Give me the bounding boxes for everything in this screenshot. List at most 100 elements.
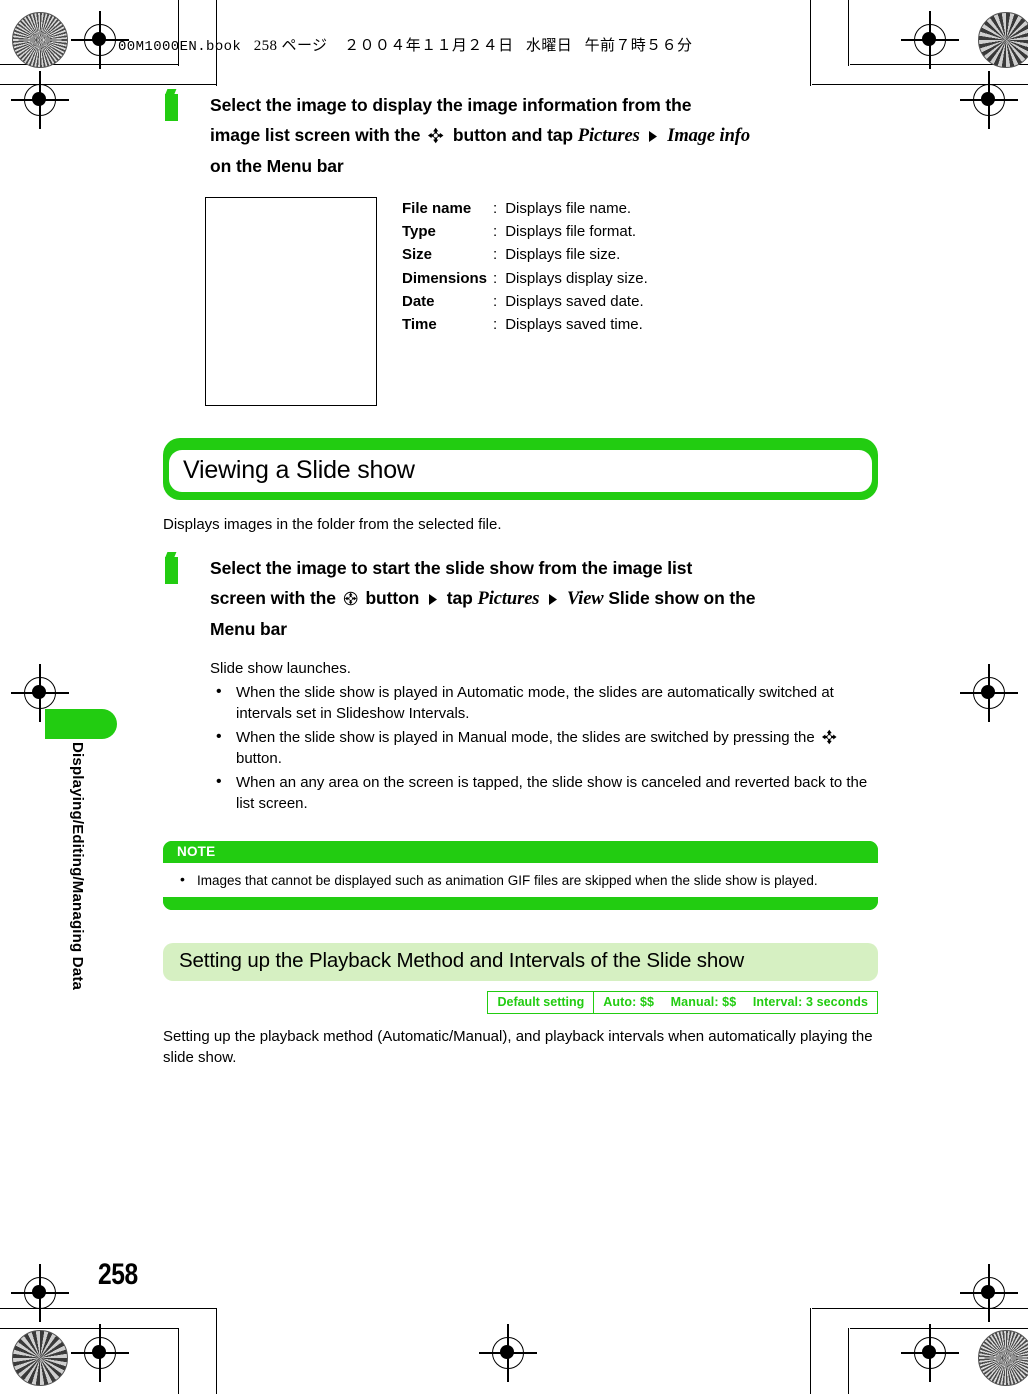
trim-line [848,0,850,66]
print-header-time: 午前７時５６分 [584,38,693,54]
step-number-marker [165,557,178,584]
registration-target [11,71,69,129]
image-preview-placeholder [205,197,377,406]
starburst-mark [12,1330,68,1386]
registration-target [960,664,1018,722]
slideshow-result-text: Slide show launches. [210,660,351,677]
menu-path-pictures: Pictures [577,126,640,146]
bullet-text-a: When an any area on the screen is tapped… [236,773,868,813]
step-line-3: Menu bar [210,619,287,639]
step-number-marker [165,94,178,121]
page-number: 258 [98,1258,138,1291]
bullet-italic-automatic: Automatic [456,683,524,701]
menu-path-arrow-icon [427,585,439,605]
step-line-1: Select the image to start the slide show… [210,558,693,578]
bullet-text-c: . [465,705,470,722]
registration-target [11,1264,69,1322]
menu-path-arrow-icon [647,122,659,142]
note-body: Images that cannot be displayed such as … [163,862,878,897]
table-row: Time : Displays saved time. [402,313,648,336]
info-key: Time [402,316,437,334]
subsection-description: Setting up the playback method (Automati… [163,1027,873,1067]
subsection-header-playback: Setting up the Playback Method and Inter… [163,942,878,981]
registration-target [479,1324,537,1382]
info-sep: : [493,200,498,217]
section-title: Viewing a Slide show [183,456,415,484]
info-value: Displays file format. [505,223,637,241]
side-tab-label: Displaying/Editing/Managing Data [69,742,86,991]
print-header-date: ２００４年１１月２４日 [344,38,514,54]
default-setting-values: Auto: $$ Manual: $$ Interval: 3 seconds [593,990,878,1014]
step-line-3: on the Menu bar [210,156,344,176]
list-item: When an any area on the screen is tapped… [210,771,878,815]
trim-line [216,1308,218,1394]
info-value: Displays display size. [505,269,648,287]
info-sep: : [493,269,498,287]
info-sep: : [493,292,498,310]
bullet-text-c: button. [236,750,282,767]
starburst-mark [12,12,68,68]
table-row: Dimensions : Displays display size. [402,267,648,290]
dpad-button-icon [821,729,840,746]
step-line-2b: button [365,588,420,608]
menu-path-view: View [566,589,604,609]
trim-line [810,0,812,86]
step-image-info-heading: Select the image to display the image in… [210,90,878,181]
menu-path-arrow-icon [547,585,559,605]
list-item: When the slide show is played in Automat… [210,681,878,725]
side-tab-marker [45,709,117,739]
subsection-title: Setting up the Playback Method and Inter… [179,948,745,972]
bullet-text-b: mode, the slides are switched by pressin… [511,728,815,746]
print-header-filename: 00M1000EN.book [118,39,242,55]
section-header-slideshow: Viewing a Slide show [163,438,878,500]
section-description: Displays images in the folder from the s… [163,516,502,533]
note-footer-bar [163,896,878,910]
default-value-auto: Auto: $$ [603,994,655,1009]
bullet-text-a: When the slide show is played in [236,728,454,746]
starburst-mark [978,1330,1028,1386]
slideshow-result-block: Slide show launches. When the slide show… [163,658,878,815]
trim-line [850,64,1028,66]
section-header-inner: Viewing a Slide show [169,450,872,492]
print-header-weekday: 水曜日 [525,38,573,54]
image-info-table: File name : Displays file name. Type : D… [402,197,648,406]
registration-target [901,11,959,69]
step-line-2a: image list screen with the [210,125,421,145]
bullet-text-a: When the slide show is played in [236,683,454,701]
trim-line [0,84,216,86]
info-value: Displays file size. [505,246,621,264]
step-line-2d: Slide show on the [608,588,756,608]
info-sep: : [493,316,498,334]
info-key: Dimensions [402,269,488,287]
note-bullet-list: Images that cannot be displayed such as … [175,870,866,890]
info-key: Type [402,223,436,241]
trim-line [850,1328,1028,1330]
step-start-slideshow: Select the image to start the slide show… [163,553,878,644]
step-line-2c: tap [446,588,473,608]
trim-line [0,64,178,66]
trim-line [812,1308,1028,1310]
default-setting-label: Default setting [487,990,595,1014]
table-row: Default setting Auto: $$ Manual: $$ Inte… [487,990,878,1014]
bullet-italic-slideshow-intervals: Slideshow Intervals [336,705,466,722]
default-value-interval: Interval: 3 seconds [752,994,868,1009]
step-image-info: Select the image to display the image in… [163,90,878,181]
step-line-2a: screen with the [210,588,336,608]
info-key: Size [402,246,433,264]
print-header-page: 258 ページ [253,38,328,54]
info-value: Displays file name. [505,200,632,217]
default-value-manual: Manual: $$ [670,994,737,1009]
menu-path-image-info: Image info [667,126,750,146]
trim-line [810,1308,812,1394]
menu-path-pictures: Pictures [477,589,540,609]
note-title: NOTE [163,840,878,863]
list-item: When the slide show is played in Manual … [210,726,878,770]
table-row: File name : Displays file name. [402,197,648,220]
step-start-slideshow-heading: Select the image to start the slide show… [210,553,878,644]
default-setting-wrap: Default setting Auto: $$ Manual: $$ Inte… [163,990,878,1014]
trim-line [0,1308,216,1310]
registration-target [960,71,1018,129]
dpad-button-icon [427,127,446,144]
image-info-rows: File name : Displays file name. Type : D… [402,197,648,336]
info-sep: : [493,223,498,241]
